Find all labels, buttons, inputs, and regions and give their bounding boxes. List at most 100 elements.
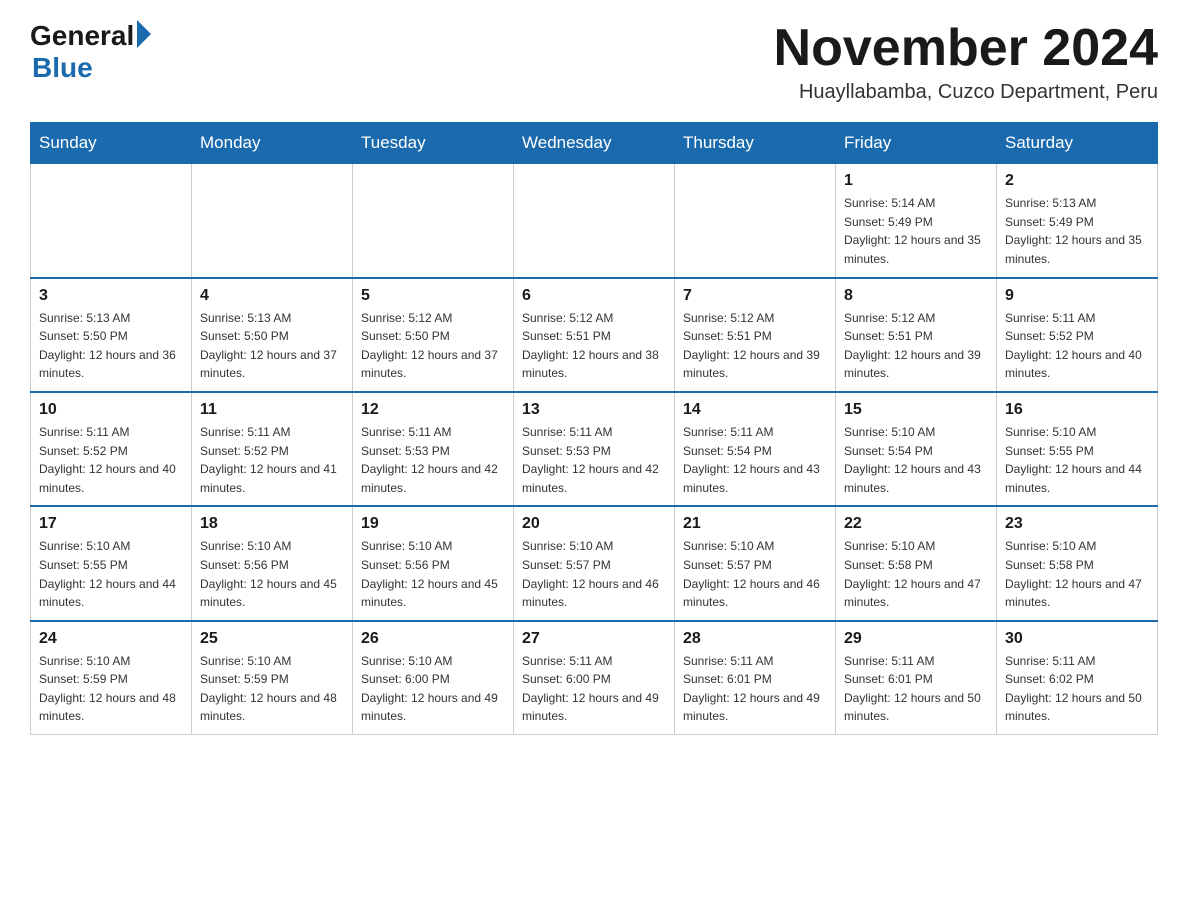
header-thursday: Thursday bbox=[675, 123, 836, 164]
day-info: Sunrise: 5:13 AM Sunset: 5:49 PM Dayligh… bbox=[1005, 194, 1149, 268]
day-number: 24 bbox=[39, 630, 183, 648]
title-area: November 2024 Huayllabamba, Cuzco Depart… bbox=[774, 20, 1158, 104]
day-info: Sunrise: 5:11 AM Sunset: 6:02 PM Dayligh… bbox=[1005, 652, 1149, 726]
header-saturday: Saturday bbox=[997, 123, 1158, 164]
day-info: Sunrise: 5:12 AM Sunset: 5:51 PM Dayligh… bbox=[522, 309, 666, 383]
day-info: Sunrise: 5:10 AM Sunset: 5:58 PM Dayligh… bbox=[844, 537, 988, 611]
table-row: 8 Sunrise: 5:12 AM Sunset: 5:51 PM Daylig… bbox=[836, 278, 997, 392]
logo: General Blue bbox=[30, 20, 151, 84]
logo-blue-text: Blue bbox=[32, 52, 93, 84]
day-number: 9 bbox=[1005, 287, 1149, 305]
logo-general-text: General bbox=[30, 20, 134, 52]
header-monday: Monday bbox=[192, 123, 353, 164]
day-number: 7 bbox=[683, 287, 827, 305]
day-info: Sunrise: 5:12 AM Sunset: 5:51 PM Dayligh… bbox=[844, 309, 988, 383]
day-number: 26 bbox=[361, 630, 505, 648]
table-row: 22 Sunrise: 5:10 AM Sunset: 5:58 PM Dayli… bbox=[836, 506, 997, 620]
calendar-week-row: 10Sunrise: 5:11 AM Sunset: 5:52 PM Dayli… bbox=[31, 392, 1158, 506]
day-info: Sunrise: 5:11 AM Sunset: 5:53 PM Dayligh… bbox=[522, 423, 666, 497]
table-row bbox=[31, 164, 192, 278]
table-row bbox=[353, 164, 514, 278]
table-row: 27 Sunrise: 5:11 AM Sunset: 6:00 PM Dayli… bbox=[514, 621, 675, 735]
header-wednesday: Wednesday bbox=[514, 123, 675, 164]
table-row: 24 Sunrise: 5:10 AM Sunset: 5:59 PM Dayli… bbox=[31, 621, 192, 735]
day-info: Sunrise: 5:10 AM Sunset: 5:56 PM Dayligh… bbox=[361, 537, 505, 611]
table-row: 15 Sunrise: 5:10 AM Sunset: 5:54 PM Dayli… bbox=[836, 392, 997, 506]
day-number: 5 bbox=[361, 287, 505, 305]
table-row bbox=[192, 164, 353, 278]
day-info: Sunrise: 5:10 AM Sunset: 5:59 PM Dayligh… bbox=[39, 652, 183, 726]
day-info: Sunrise: 5:12 AM Sunset: 5:50 PM Dayligh… bbox=[361, 309, 505, 383]
day-info: Sunrise: 5:14 AM Sunset: 5:49 PM Dayligh… bbox=[844, 194, 988, 268]
table-row: 25 Sunrise: 5:10 AM Sunset: 5:59 PM Dayli… bbox=[192, 621, 353, 735]
day-number: 8 bbox=[844, 287, 988, 305]
day-number: 10 bbox=[39, 401, 183, 419]
day-number: 19 bbox=[361, 515, 505, 533]
day-info: Sunrise: 5:11 AM Sunset: 5:53 PM Dayligh… bbox=[361, 423, 505, 497]
day-info: Sunrise: 5:11 AM Sunset: 6:01 PM Dayligh… bbox=[844, 652, 988, 726]
table-row: 12 Sunrise: 5:11 AM Sunset: 5:53 PM Dayli… bbox=[353, 392, 514, 506]
calendar-week-row: 17 Sunrise: 5:10 AM Sunset: 5:55 PM Dayli… bbox=[31, 506, 1158, 620]
table-row: 28Sunrise: 5:11 AM Sunset: 6:01 PM Dayli… bbox=[675, 621, 836, 735]
day-info: Sunrise: 5:10 AM Sunset: 5:55 PM Dayligh… bbox=[39, 537, 183, 611]
table-row: 29Sunrise: 5:11 AM Sunset: 6:01 PM Dayli… bbox=[836, 621, 997, 735]
calendar-header-row: Sunday Monday Tuesday Wednesday Thursday… bbox=[31, 123, 1158, 164]
table-row: 30 Sunrise: 5:11 AM Sunset: 6:02 PM Dayli… bbox=[997, 621, 1158, 735]
day-number: 2 bbox=[1005, 172, 1149, 190]
day-info: Sunrise: 5:10 AM Sunset: 6:00 PM Dayligh… bbox=[361, 652, 505, 726]
day-info: Sunrise: 5:12 AM Sunset: 5:51 PM Dayligh… bbox=[683, 309, 827, 383]
calendar-table: Sunday Monday Tuesday Wednesday Thursday… bbox=[30, 122, 1158, 735]
day-number: 27 bbox=[522, 630, 666, 648]
table-row: 21 Sunrise: 5:10 AM Sunset: 5:57 PM Dayli… bbox=[675, 506, 836, 620]
calendar-week-row: 1 Sunrise: 5:14 AM Sunset: 5:49 PM Daylig… bbox=[31, 164, 1158, 278]
table-row: 4 Sunrise: 5:13 AM Sunset: 5:50 PM Daylig… bbox=[192, 278, 353, 392]
table-row: 11Sunrise: 5:11 AM Sunset: 5:52 PM Dayli… bbox=[192, 392, 353, 506]
day-info: Sunrise: 5:13 AM Sunset: 5:50 PM Dayligh… bbox=[200, 309, 344, 383]
day-number: 1 bbox=[844, 172, 988, 190]
day-number: 20 bbox=[522, 515, 666, 533]
day-number: 22 bbox=[844, 515, 988, 533]
location-title: Huayllabamba, Cuzco Department, Peru bbox=[774, 81, 1158, 104]
day-number: 21 bbox=[683, 515, 827, 533]
day-info: Sunrise: 5:11 AM Sunset: 6:01 PM Dayligh… bbox=[683, 652, 827, 726]
table-row: 20 Sunrise: 5:10 AM Sunset: 5:57 PM Dayli… bbox=[514, 506, 675, 620]
page-header: General Blue November 2024 Huayllabamba,… bbox=[30, 20, 1158, 104]
day-number: 15 bbox=[844, 401, 988, 419]
day-number: 14 bbox=[683, 401, 827, 419]
table-row: 23Sunrise: 5:10 AM Sunset: 5:58 PM Dayli… bbox=[997, 506, 1158, 620]
day-number: 11 bbox=[200, 401, 344, 419]
day-number: 4 bbox=[200, 287, 344, 305]
day-info: Sunrise: 5:10 AM Sunset: 5:54 PM Dayligh… bbox=[844, 423, 988, 497]
table-row: 10Sunrise: 5:11 AM Sunset: 5:52 PM Dayli… bbox=[31, 392, 192, 506]
table-row: 14 Sunrise: 5:11 AM Sunset: 5:54 PM Dayli… bbox=[675, 392, 836, 506]
day-info: Sunrise: 5:10 AM Sunset: 5:59 PM Dayligh… bbox=[200, 652, 344, 726]
day-number: 30 bbox=[1005, 630, 1149, 648]
table-row: 13 Sunrise: 5:11 AM Sunset: 5:53 PM Dayli… bbox=[514, 392, 675, 506]
table-row: 3 Sunrise: 5:13 AM Sunset: 5:50 PM Daylig… bbox=[31, 278, 192, 392]
day-info: Sunrise: 5:13 AM Sunset: 5:50 PM Dayligh… bbox=[39, 309, 183, 383]
header-tuesday: Tuesday bbox=[353, 123, 514, 164]
day-number: 18 bbox=[200, 515, 344, 533]
day-info: Sunrise: 5:10 AM Sunset: 5:57 PM Dayligh… bbox=[683, 537, 827, 611]
day-number: 13 bbox=[522, 401, 666, 419]
day-number: 12 bbox=[361, 401, 505, 419]
table-row: 6 Sunrise: 5:12 AM Sunset: 5:51 PM Daylig… bbox=[514, 278, 675, 392]
day-info: Sunrise: 5:10 AM Sunset: 5:55 PM Dayligh… bbox=[1005, 423, 1149, 497]
day-number: 25 bbox=[200, 630, 344, 648]
day-number: 17 bbox=[39, 515, 183, 533]
day-info: Sunrise: 5:11 AM Sunset: 5:52 PM Dayligh… bbox=[1005, 309, 1149, 383]
table-row: 5 Sunrise: 5:12 AM Sunset: 5:50 PM Daylig… bbox=[353, 278, 514, 392]
day-number: 3 bbox=[39, 287, 183, 305]
table-row: 2 Sunrise: 5:13 AM Sunset: 5:49 PM Daylig… bbox=[997, 164, 1158, 278]
table-row: 16Sunrise: 5:10 AM Sunset: 5:55 PM Dayli… bbox=[997, 392, 1158, 506]
day-info: Sunrise: 5:11 AM Sunset: 5:54 PM Dayligh… bbox=[683, 423, 827, 497]
day-info: Sunrise: 5:10 AM Sunset: 5:57 PM Dayligh… bbox=[522, 537, 666, 611]
day-info: Sunrise: 5:10 AM Sunset: 5:56 PM Dayligh… bbox=[200, 537, 344, 611]
calendar-week-row: 3 Sunrise: 5:13 AM Sunset: 5:50 PM Daylig… bbox=[31, 278, 1158, 392]
table-row: 19 Sunrise: 5:10 AM Sunset: 5:56 PM Dayli… bbox=[353, 506, 514, 620]
day-info: Sunrise: 5:11 AM Sunset: 6:00 PM Dayligh… bbox=[522, 652, 666, 726]
day-number: 6 bbox=[522, 287, 666, 305]
day-info: Sunrise: 5:10 AM Sunset: 5:58 PM Dayligh… bbox=[1005, 537, 1149, 611]
table-row: 1 Sunrise: 5:14 AM Sunset: 5:49 PM Daylig… bbox=[836, 164, 997, 278]
header-friday: Friday bbox=[836, 123, 997, 164]
